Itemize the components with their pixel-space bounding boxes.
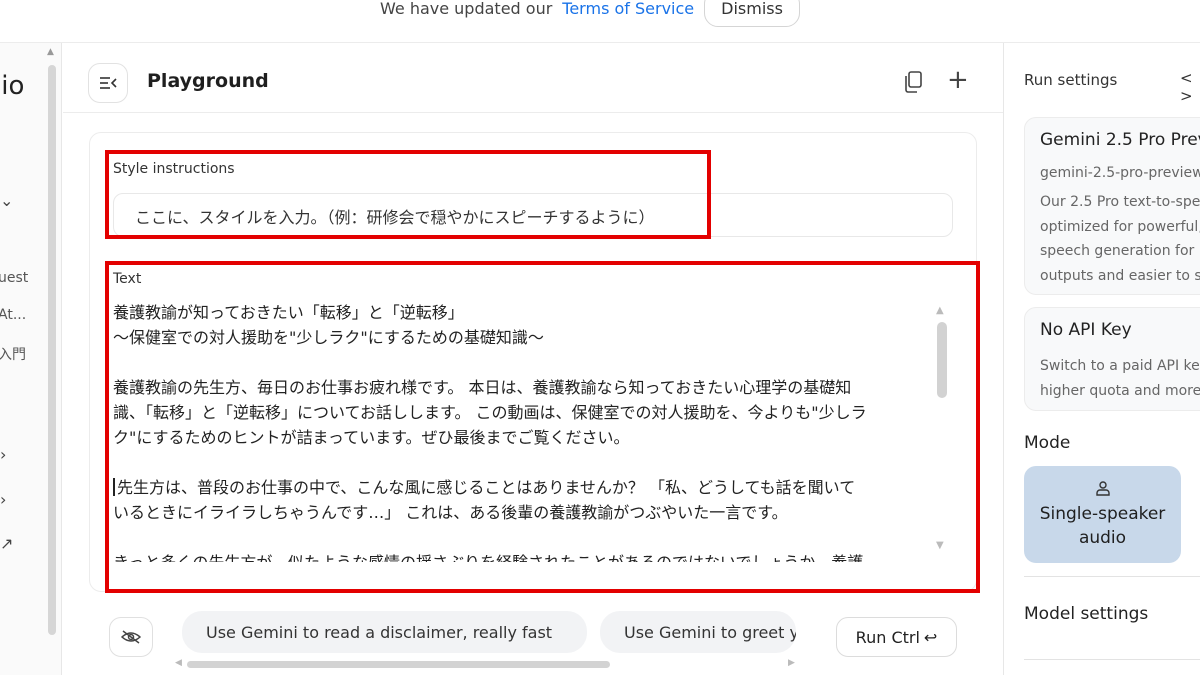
person-icon (1095, 480, 1110, 496)
model-description-line: outputs and easier to st (1040, 267, 1200, 284)
scroll-left-arrow-icon[interactable]: ◀ (175, 658, 182, 668)
model-settings-header[interactable]: Model settings (1024, 604, 1148, 624)
model-id: gemini-2.5-pro-preview (1040, 165, 1200, 181)
left-sidebar: lio ⌄ uest At... 入門 › › ↗ ▲ (0, 43, 62, 675)
plus-icon[interactable]: + (947, 67, 969, 93)
sidebar-scrollbar[interactable] (48, 65, 56, 635)
api-key-description-line: Switch to a paid API ke (1040, 358, 1200, 374)
model-description-line: optimized for powerful, (1040, 218, 1200, 235)
eye-off-icon (120, 630, 142, 644)
sidebar-item[interactable]: At... (0, 307, 26, 323)
run-settings-panel: Run settings < > Gemini 2.5 Pro Prev gem… (1003, 43, 1200, 675)
mode-button-label: Single-speaker audio (1039, 503, 1166, 548)
terms-of-service-link[interactable]: Terms of Service (562, 0, 694, 18)
highlight-box-style (105, 150, 711, 239)
mode-label: Mode (1024, 433, 1071, 453)
copy-icon[interactable] (903, 71, 923, 93)
api-key-description: Switch to a paid API ke higher quota and… (1040, 354, 1200, 403)
model-selector-card[interactable]: Gemini 2.5 Pro Prev gemini-2.5-pro-previ… (1024, 117, 1200, 295)
enter-key-icon: ↩ (923, 627, 938, 647)
banner-content: We have updated our Terms of Service Dis… (380, 0, 800, 27)
divider (1024, 659, 1200, 660)
run-button[interactable]: Run Ctrl ↩ (836, 617, 957, 657)
api-key-description-line: higher quota and more (1040, 382, 1200, 399)
page-title: Playground (147, 70, 269, 92)
toggle-sidebar-button[interactable] (88, 63, 128, 103)
single-speaker-mode-button[interactable]: Single-speaker audio (1024, 466, 1181, 563)
run-button-label: Run Ctrl (855, 627, 920, 647)
scroll-right-arrow-icon[interactable]: ▶ (788, 658, 795, 668)
menu-collapse-icon (100, 77, 117, 89)
model-description-line: Our 2.5 Pro text-to-spe (1040, 194, 1200, 210)
suggestion-chip[interactable]: Use Gemini to greet y (600, 611, 796, 653)
chevron-right-icon[interactable]: › (0, 445, 6, 464)
banner-text: We have updated our (380, 0, 553, 18)
dismiss-button[interactable]: Dismiss (704, 0, 800, 27)
suggestions-scrollbar[interactable] (187, 661, 610, 668)
code-icon[interactable]: < > (1180, 69, 1200, 105)
divider (1024, 576, 1200, 577)
model-description: Our 2.5 Pro text-to-spe optimized for po… (1040, 190, 1200, 288)
model-name: Gemini 2.5 Pro Prev (1040, 130, 1200, 150)
model-description-line: speech generation for r (1040, 243, 1200, 259)
sidebar-item[interactable]: uest (0, 270, 28, 286)
scroll-up-arrow-icon[interactable]: ▲ (47, 47, 54, 57)
run-settings-title: Run settings (1024, 71, 1118, 89)
external-link-icon[interactable]: ↗ (0, 534, 13, 553)
api-key-title: No API Key (1040, 320, 1132, 340)
app-logo[interactable]: lio (0, 71, 24, 101)
playground-header: Playground + (63, 43, 1003, 113)
tos-banner: We have updated our Terms of Service Dis… (0, 0, 1200, 42)
sidebar-item[interactable]: 入門 (0, 344, 26, 364)
api-key-card[interactable]: No API Key Switch to a paid API ke highe… (1024, 307, 1200, 411)
suggestion-chip[interactable]: Use Gemini to read a disclaimer, really … (182, 611, 587, 653)
chevron-down-icon[interactable]: ⌄ (0, 191, 13, 210)
chevron-right-icon[interactable]: › (0, 490, 6, 509)
hide-suggestions-button[interactable] (109, 617, 153, 657)
highlight-box-text (105, 261, 980, 593)
